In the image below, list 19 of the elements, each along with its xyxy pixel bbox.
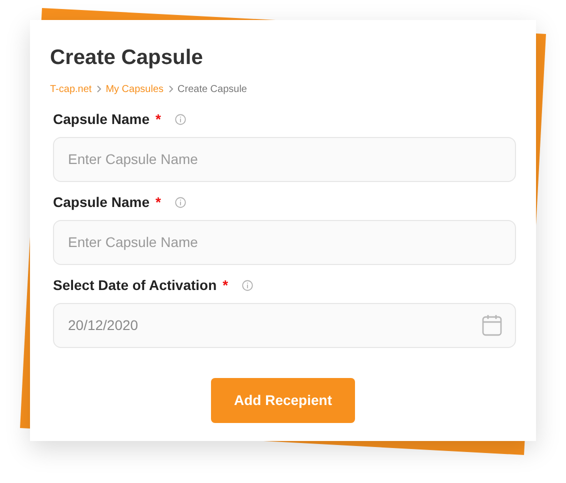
- info-icon: [174, 114, 186, 125]
- info-icon: [242, 280, 254, 291]
- required-mark: *: [222, 276, 228, 295]
- date-field[interactable]: 20/12/2020: [53, 302, 516, 348]
- input-field[interactable]: Enter Capsule Name: [53, 220, 516, 264]
- breadcrumb-link[interactable]: T-cap.net: [50, 82, 92, 96]
- add-recipient-button[interactable]: Add Recepient: [211, 378, 355, 422]
- required-mark: *: [155, 193, 161, 212]
- chevron-icon: [96, 85, 102, 93]
- info-icon: [174, 197, 186, 208]
- field-label: Capsule Name: [53, 193, 150, 212]
- field-label: Capsule Name: [53, 110, 150, 129]
- chevron-icon: [168, 85, 174, 93]
- calendar-icon[interactable]: [482, 314, 502, 336]
- page-title: Create Capsule: [50, 45, 204, 71]
- input-field[interactable]: Enter Capsule Name: [53, 136, 516, 182]
- required-mark: *: [155, 110, 161, 129]
- breadcrumb-link[interactable]: My Capsules: [106, 82, 164, 96]
- field-label: Select Date of Activation: [53, 276, 217, 295]
